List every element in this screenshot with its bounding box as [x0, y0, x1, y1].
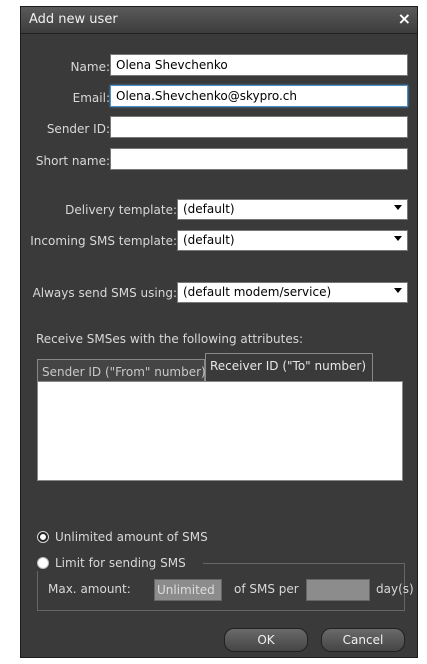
incoming-template-select[interactable]: (default) — [177, 230, 408, 251]
sender-id-input[interactable] — [110, 116, 408, 138]
chevron-down-icon — [394, 205, 402, 210]
short-name-input[interactable] — [110, 148, 408, 170]
short-name-label: Short name: — [35, 154, 110, 168]
always-send-label: Always send SMS using: — [32, 286, 177, 300]
cancel-button[interactable]: Cancel — [321, 628, 405, 652]
days-label: day(s) — [376, 582, 414, 596]
title-bar[interactable]: Add new user × — [21, 7, 417, 34]
dialog-title: Add new user — [29, 12, 118, 27]
close-icon[interactable]: × — [398, 9, 411, 28]
unlimited-radio[interactable] — [37, 531, 49, 543]
limit-label: Limit for sending SMS — [55, 556, 186, 570]
limit-legend: Limit for sending SMS — [33, 555, 203, 571]
max-amount-input[interactable]: Unlimited — [154, 579, 222, 601]
incoming-template-value: (default) — [183, 233, 235, 247]
delivery-template-value: (default) — [183, 202, 235, 216]
receive-heading: Receive SMSes with the following attribu… — [36, 332, 304, 346]
always-send-value: (default modem/service) — [183, 285, 332, 299]
email-input[interactable]: Olena.Shevchenko@skypro.ch — [110, 85, 408, 107]
max-amount-label: Max. amount: — [48, 582, 131, 596]
chevron-down-icon — [394, 236, 402, 241]
ok-button[interactable]: OK — [224, 628, 308, 652]
sender-id-label: Sender ID: — [46, 122, 110, 136]
chevron-down-icon — [394, 288, 402, 293]
tab-receiver-id[interactable]: Receiver ID ("To" number) — [205, 353, 373, 381]
tab-sender-id[interactable]: Sender ID ("From" number) — [37, 359, 206, 383]
name-input[interactable]: Olena Shevchenko — [110, 54, 408, 76]
limit-radio[interactable] — [37, 557, 49, 569]
delivery-template-label: Delivery template: — [65, 203, 177, 217]
always-send-select[interactable]: (default modem/service) — [177, 282, 408, 303]
delivery-template-select[interactable]: (default) — [177, 199, 408, 220]
add-user-dialog: Add new user × Name: Olena Shevchenko Em… — [20, 6, 418, 658]
of-sms-per-label: of SMS per — [234, 582, 299, 596]
period-input[interactable] — [306, 579, 370, 601]
email-label: Email: — [72, 91, 110, 105]
name-label: Name: — [70, 60, 110, 74]
unlimited-label: Unlimited amount of SMS — [55, 530, 208, 544]
receiver-id-list[interactable] — [37, 381, 403, 481]
incoming-template-label: Incoming SMS template: — [30, 234, 177, 248]
